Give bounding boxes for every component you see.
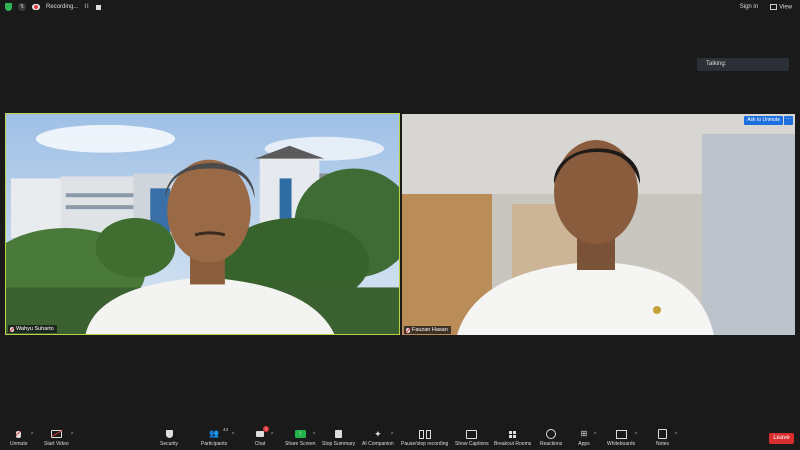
participants-button[interactable]: 👥 44 Participants	[201, 427, 229, 447]
video-off-icon	[50, 429, 63, 439]
stop-recording-button[interactable]	[95, 4, 101, 10]
participant-name-tag: Wahyu Suharto	[8, 325, 57, 333]
audio-options-caret[interactable]: ^	[31, 432, 33, 438]
whiteboard-icon	[615, 429, 627, 439]
ai-companion-label: AI Companion	[362, 441, 394, 447]
unmute-button[interactable]: Unmute	[10, 429, 28, 447]
whiteboards-button[interactable]: Whiteboards	[607, 429, 635, 447]
video-options-caret[interactable]: ^	[71, 432, 73, 438]
mic-off-icon	[10, 326, 14, 332]
security-button[interactable]: Security	[160, 429, 178, 447]
participant-name: Wahyu Suharto	[16, 326, 54, 332]
ai-companion-button[interactable]: ✦ AI Companion	[362, 429, 394, 447]
chat-label: Chat	[254, 441, 266, 447]
security-icon	[163, 429, 175, 439]
view-label: View	[779, 4, 792, 11]
ai-companion-icon: ✦	[374, 429, 382, 439]
notes-label: Notes	[656, 441, 670, 447]
breakout-rooms-label: Breakout Rooms	[494, 441, 532, 447]
video-tile-2[interactable]: Ask to Unmute ··· Fauzan Hasan	[402, 114, 795, 335]
talking-label: Talking:	[706, 61, 727, 67]
participants-count: 44	[223, 427, 229, 432]
apps-label: Apps	[578, 441, 590, 447]
security-label: Security	[160, 441, 179, 447]
start-video-button[interactable]: Start Video	[44, 429, 69, 447]
meeting-toolbar: Unmute ^ Start Video ^ Security 👥 44 Part…	[0, 424, 800, 450]
whiteboards-caret[interactable]: ^	[635, 432, 637, 438]
sign-in-button[interactable]: Sign in	[740, 4, 758, 11]
top-bar: ↯ Recording... II Sign in View	[0, 0, 800, 16]
breakout-rooms-button[interactable]: Breakout Rooms	[494, 429, 531, 447]
apps-button[interactable]: ⊞ Apps	[578, 429, 590, 447]
whiteboards-label: Whiteboards	[607, 441, 636, 447]
notes-icon	[657, 429, 669, 439]
participants-caret[interactable]: ^	[232, 432, 234, 438]
breakout-icon	[507, 429, 519, 439]
participants-icon: 👥 44	[209, 427, 229, 438]
chat-badge: 1	[263, 426, 269, 432]
show-captions-label: Show Captions	[455, 441, 489, 447]
participants-label: Participants	[201, 441, 228, 447]
start-video-label: Start Video	[44, 441, 69, 447]
reactions-icon	[545, 429, 557, 439]
show-captions-button[interactable]: Show Captions	[455, 429, 489, 447]
mic-off-icon	[13, 429, 25, 439]
share-screen-button[interactable]: ↑ Share Screen	[285, 429, 316, 447]
summary-icon	[333, 429, 345, 439]
video-tile-1[interactable]: Wahyu Suharto	[5, 113, 400, 335]
top-right-controls: Sign in View	[740, 4, 792, 11]
shield-icon[interactable]	[5, 3, 12, 11]
apps-caret[interactable]: ^	[594, 432, 596, 438]
participant-name: Fauzan Hasan	[412, 327, 448, 333]
recording-icon	[32, 4, 40, 10]
chat-caret[interactable]: ^	[271, 432, 273, 438]
grid-view-icon	[770, 4, 778, 10]
talking-indicator: Talking:	[697, 58, 789, 71]
share-screen-label: Share Screen	[285, 441, 316, 447]
apps-icon: ⊞	[580, 429, 588, 438]
info-icon[interactable]: ↯	[18, 3, 26, 11]
ai-companion-caret[interactable]: ^	[391, 432, 393, 438]
reactions-label: Reactions	[540, 441, 563, 447]
pause-stop-recording-label: Pause/stop recording	[401, 441, 449, 447]
top-left-controls: ↯ Recording... II	[5, 3, 101, 11]
notes-caret[interactable]: ^	[675, 432, 677, 438]
unmute-label: Unmute	[10, 441, 28, 447]
pause-recording-button[interactable]: II	[84, 4, 89, 10]
share-screen-icon: ↑	[294, 429, 306, 439]
mic-off-icon	[406, 327, 410, 333]
participant-video-1	[6, 114, 399, 334]
recording-controls-icon	[418, 429, 431, 439]
leave-button[interactable]: Leave	[769, 433, 794, 444]
stop-summary-button[interactable]: Stop Summary	[322, 429, 355, 447]
more-options-button[interactable]: ···	[784, 116, 793, 125]
participant-video-2	[402, 114, 795, 335]
chat-button[interactable]: 1 Chat	[254, 426, 269, 447]
view-button[interactable]: View	[770, 4, 792, 11]
reactions-button[interactable]: Reactions	[540, 429, 562, 447]
chat-icon: 1	[254, 426, 269, 439]
participant-name-tag: Fauzan Hasan	[404, 326, 451, 334]
pause-stop-recording-button[interactable]: Pause/stop recording	[401, 429, 448, 447]
stop-summary-label: Stop Summary	[322, 441, 356, 447]
recording-status: Recording...	[46, 4, 79, 10]
captions-icon	[466, 429, 478, 439]
ask-to-unmute-button[interactable]: Ask to Unmute	[744, 116, 783, 125]
notes-button[interactable]: Notes	[656, 429, 669, 447]
share-caret[interactable]: ^	[313, 432, 315, 438]
